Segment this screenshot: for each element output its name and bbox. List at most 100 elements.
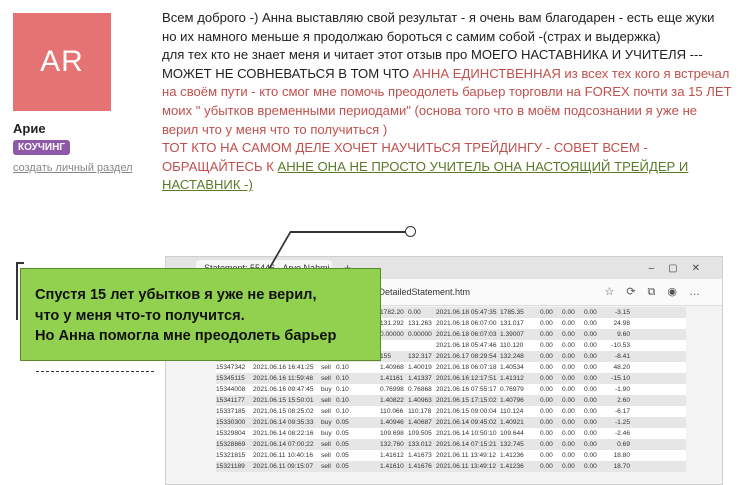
table-cell: 0.00	[562, 331, 575, 338]
table-cell: 0.00	[540, 419, 553, 426]
table-cell: 0.00	[562, 441, 575, 448]
table-cell: 0.00000	[380, 331, 404, 338]
table-cell: sell	[321, 375, 331, 382]
table-cell	[352, 428, 380, 439]
table-cell: 15329804	[216, 430, 246, 437]
table-cell: 0.05	[336, 419, 349, 426]
table-row: 15328869 2021.06.14 07:00:22 sell 0.05 132.7…	[216, 439, 686, 450]
table-cell: 2021.06.17 08:29:54	[436, 353, 497, 360]
table-cell: 132.745	[500, 441, 524, 448]
table-cell: 0.05	[336, 430, 349, 437]
table-cell: 2021.06.11 10:40:16	[253, 452, 314, 459]
table-cell: 0.00	[540, 441, 553, 448]
table-cell: -6.17	[614, 408, 630, 415]
table-cell: 2021.06.14 07:00:22	[253, 441, 314, 448]
table-cell: 1.41337	[408, 375, 432, 382]
username[interactable]: Арие	[13, 121, 46, 136]
table-cell: -15.10	[611, 375, 630, 382]
avatar[interactable]: AR	[13, 13, 111, 111]
table-cell: -2.46	[614, 430, 630, 437]
table-cell	[380, 340, 408, 351]
table-cell: 0.00	[562, 320, 575, 327]
table-cell: 0.00	[584, 419, 597, 426]
table-cell: 1.41676	[408, 463, 432, 470]
browser-toolbar-icons: ☆⟳⧉◉…	[604, 286, 712, 298]
bracket-line	[16, 262, 18, 320]
table-cell: 2021.06.11 09:15:07	[253, 463, 314, 470]
table-cell: 2021.06.16 09:47:45	[253, 386, 314, 393]
table-cell: 1.40963	[408, 397, 432, 404]
table-cell: sell	[321, 463, 331, 470]
table-cell: 109.698	[380, 430, 404, 437]
table-cell: sell	[321, 364, 331, 371]
table-cell	[352, 406, 380, 417]
table-cell: 2.60	[617, 397, 630, 404]
table-cell: 15344008	[216, 386, 246, 393]
table-cell: 18.70	[613, 463, 630, 470]
table-cell: 132.317	[408, 353, 432, 360]
table-cell: 2021.06.18 06:07:18	[436, 364, 497, 371]
create-section-link[interactable]: создать личный раздел	[13, 162, 133, 174]
role-badge: КОУЧИНГ	[13, 140, 70, 155]
table-cell: 2021.06.15 15:50:01	[253, 397, 314, 404]
table-cell: 0.00	[584, 342, 597, 349]
table-cell: 1.40687	[408, 419, 432, 426]
browser-url: p/DetailedStatement.htm	[371, 287, 471, 297]
table-cell: 1.41236	[500, 452, 524, 459]
table-cell: 110.178	[408, 408, 432, 415]
table-row: 15345115 2021.06.16 11:59:48 sell 0.10 1.411…	[216, 373, 686, 384]
table-cell: sell	[321, 397, 331, 404]
table-cell: 0.00000	[408, 331, 432, 338]
table-cell: 2021.06.18 05:47:46	[436, 342, 497, 349]
post-body: Всем доброго -) Анна выставляю свой резу…	[162, 9, 732, 195]
table-cell: 0.00	[540, 397, 553, 404]
callout-line-2: что у меня что-то получится.	[35, 307, 245, 324]
table-cell: 15321815	[216, 452, 246, 459]
table-cell: 109.644	[500, 430, 524, 437]
table-cell: 0.69	[617, 441, 630, 448]
table-cell: 0.76998	[380, 386, 404, 393]
table-cell: 15345115	[216, 375, 245, 382]
table-cell: 0.00	[584, 309, 597, 316]
table-cell: 1.40019	[408, 364, 432, 371]
table-cell: 0.00	[562, 309, 575, 316]
table-cell: 1.41161	[380, 375, 404, 382]
callout-line-3: Но Анна помогла мне преодолеть барьер	[35, 328, 337, 344]
callout-box: Спустя 15 лет убытков я уже не верил, чт…	[20, 268, 381, 361]
table-cell: 2021.06.18 05:47:35	[436, 309, 497, 316]
table-cell: 2021.06.14 09:45:02	[436, 419, 497, 426]
table-cell: 131.017	[500, 320, 524, 327]
table-cell: 0.00	[540, 331, 553, 338]
table-cell: 1785.35	[500, 309, 524, 316]
table-cell: 0.00	[540, 320, 553, 327]
table-cell: 132.248	[500, 353, 524, 360]
table-cell: 0.76979	[500, 386, 524, 393]
table-cell: 2021.06.14 09:35:33	[253, 419, 314, 426]
table-cell: 0.00	[584, 441, 597, 448]
table-cell: 110.124	[500, 408, 524, 415]
table-cell: 0.00	[584, 364, 597, 371]
table-cell: 1.39007	[500, 331, 524, 338]
dashed-line	[36, 371, 154, 372]
table-cell: 15328869	[216, 441, 246, 448]
table-cell: buy	[321, 386, 332, 393]
table-cell: 2021.06.15 09:00:04	[436, 408, 497, 415]
table-cell: 18.80	[613, 452, 630, 459]
table-cell: 1.40946	[380, 419, 404, 426]
table-cell	[352, 450, 380, 461]
table-cell: 0.00	[540, 463, 553, 470]
table-cell: 2021.06.18 06:07:03	[436, 331, 497, 338]
table-cell: -3.15	[614, 309, 630, 316]
table-cell	[352, 395, 380, 406]
table-cell: 0.00	[540, 430, 553, 437]
table-cell: 0.05	[336, 452, 349, 459]
table-cell	[352, 373, 380, 384]
table-cell: 0.05	[336, 463, 349, 470]
table-cell: 0.00	[562, 386, 575, 393]
window-controls-icon: –▢✕	[648, 262, 714, 274]
table-cell: 0.10	[336, 386, 349, 393]
table-row: 15347342 2021.06.16 16:41:25 sell 0.10 1.409…	[216, 362, 686, 373]
table-cell: 0.00	[562, 419, 575, 426]
table-cell: 15337185	[216, 408, 246, 415]
table-cell: 132.760	[380, 441, 404, 448]
